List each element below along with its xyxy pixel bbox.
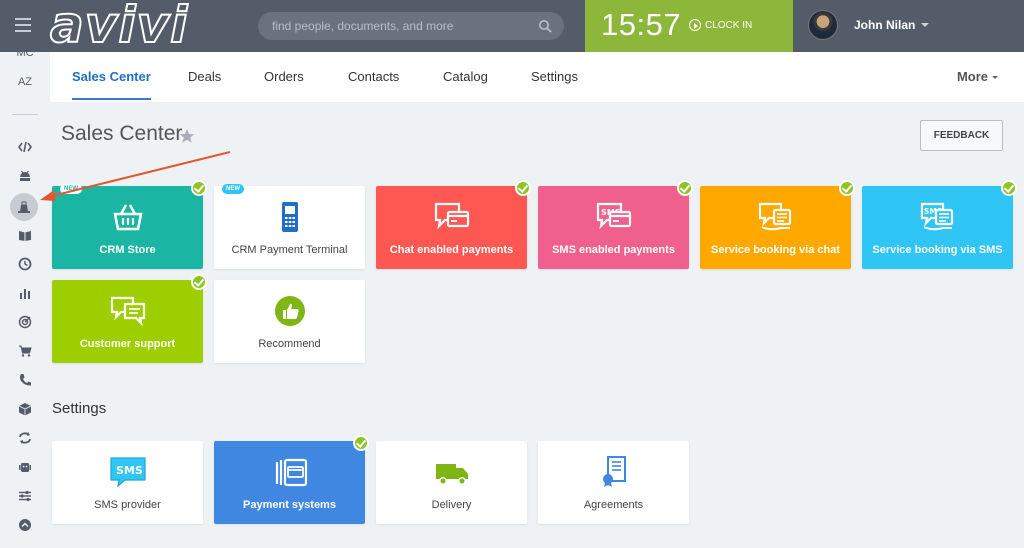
sidebar-item-az[interactable]: AZ: [0, 76, 50, 88]
tile-chat-enabled-payments[interactable]: Chat enabled payments: [376, 180, 531, 269]
feedback-button[interactable]: FEEDBACK: [920, 120, 1003, 151]
check-icon: [1001, 180, 1017, 196]
tile-crm-payment-terminal[interactable]: NEW CRM Payment Terminal: [214, 184, 365, 269]
sidebar-divider: [12, 114, 38, 115]
user-menu[interactable]: John Nilan: [808, 10, 930, 40]
collapse-icon[interactable]: [15, 515, 35, 535]
tile-label: Recommend: [258, 338, 321, 350]
sms-payment-icon: SMS: [594, 200, 634, 234]
tab-bar: Sales Center Deals Orders Contacts Catal…: [50, 52, 1024, 102]
clock-in-button[interactable]: CLOCK IN: [689, 19, 752, 31]
tile-crm-store[interactable]: NEW CRM Store: [52, 180, 207, 269]
tile-sms-provider[interactable]: SMS SMS provider: [52, 441, 203, 524]
search-icon[interactable]: [538, 19, 552, 33]
payment-cards-icon: [270, 455, 310, 489]
search-box[interactable]: [258, 12, 564, 40]
thumbs-up-icon: [270, 294, 310, 328]
page-title: Sales Center: [61, 122, 183, 145]
tab-more-label: More: [956, 69, 988, 84]
tile-label: CRM Payment Terminal: [231, 244, 348, 256]
sales-center-icon[interactable]: [10, 193, 38, 221]
tile-sms-enabled-payments[interactable]: SMS SMS enabled payments: [538, 180, 693, 269]
chat-payment-icon: [432, 200, 472, 234]
tile-delivery[interactable]: Delivery: [376, 441, 527, 524]
tile-label: Chat enabled payments: [389, 244, 514, 256]
clock-widget[interactable]: 15:57 CLOCK IN: [585, 0, 793, 52]
target-icon[interactable]: [15, 312, 35, 332]
tab-catalog[interactable]: Catalog: [443, 52, 488, 102]
book-icon[interactable]: [15, 225, 35, 245]
cart-icon[interactable]: [15, 341, 35, 361]
tab-sales-center[interactable]: Sales Center: [72, 52, 151, 102]
check-icon: [353, 435, 369, 451]
chevron-down-icon[interactable]: [921, 23, 930, 27]
support-chat-icon: [108, 294, 148, 328]
chart-icon[interactable]: [15, 283, 35, 303]
tab-orders[interactable]: Orders: [264, 52, 304, 102]
tile-label: Service booking via chat: [711, 244, 840, 256]
tile-label: Payment systems: [243, 499, 336, 511]
tab-deals[interactable]: Deals: [188, 52, 221, 102]
clock-in-label: CLOCK IN: [705, 19, 753, 31]
check-icon: [677, 180, 693, 196]
left-sidebar: MC AZ: [0, 47, 50, 548]
terminal-icon: [270, 200, 310, 234]
tile-agreements[interactable]: Agreements: [538, 441, 689, 524]
svg-text:SMS: SMS: [116, 464, 143, 477]
sidebar-item-mc[interactable]: MC: [0, 47, 50, 59]
tile-label: CRM Store: [99, 244, 156, 256]
play-icon: [689, 19, 701, 31]
basket-icon: [108, 200, 148, 234]
code-icon[interactable]: [15, 137, 35, 157]
check-icon: [515, 180, 531, 196]
sms-icon: SMS: [108, 455, 148, 489]
search-input[interactable]: [272, 12, 532, 40]
truck-icon: [432, 455, 472, 489]
logo[interactable]: avivi: [49, 0, 188, 53]
check-icon: [191, 274, 207, 290]
clock-icon[interactable]: [15, 254, 35, 274]
check-icon: [839, 180, 855, 196]
tile-service-booking-via-sms[interactable]: SMS Service booking via SMS: [862, 180, 1017, 269]
user-name[interactable]: John Nilan: [854, 18, 915, 32]
tile-service-booking-via-chat[interactable]: Service booking via chat: [700, 180, 855, 269]
clock-time: 15:57: [601, 7, 682, 42]
phone-icon[interactable]: [15, 370, 35, 390]
tab-settings[interactable]: Settings: [531, 52, 578, 102]
tile-label: Agreements: [583, 499, 644, 511]
booking-chat-icon: [756, 200, 796, 234]
tile-label: Customer support: [79, 338, 176, 350]
top-bar: avivi 15:57 CLOCK IN John Nilan: [0, 0, 1024, 53]
tab-contacts[interactable]: Contacts: [348, 52, 399, 102]
sliders-icon[interactable]: [15, 486, 35, 506]
agreement-document-icon: [594, 455, 634, 489]
tile-payment-systems[interactable]: Payment systems: [214, 435, 369, 524]
booking-sms-icon: SMS: [918, 200, 958, 234]
tab-more[interactable]: More: [957, 52, 998, 102]
box-icon[interactable]: [15, 399, 35, 419]
new-badge: NEW: [60, 184, 82, 194]
menu-icon[interactable]: [15, 18, 31, 32]
android-icon[interactable]: [15, 166, 35, 186]
tile-label: SMS enabled payments: [552, 244, 675, 256]
avatar[interactable]: [808, 10, 838, 40]
robot-icon[interactable]: [15, 457, 35, 477]
new-badge: NEW: [222, 184, 244, 194]
settings-section-title: Settings: [52, 400, 107, 417]
sync-icon[interactable]: [15, 428, 35, 448]
chevron-down-icon: [992, 76, 998, 79]
tile-label: Service booking via SMS: [872, 244, 1003, 256]
star-icon[interactable]: [179, 128, 195, 144]
tile-label: SMS provider: [94, 499, 161, 511]
tile-label: Delivery: [431, 499, 472, 511]
check-icon: [191, 180, 207, 196]
tile-recommend[interactable]: Recommend: [214, 280, 365, 363]
tile-customer-support[interactable]: Customer support: [52, 274, 207, 363]
